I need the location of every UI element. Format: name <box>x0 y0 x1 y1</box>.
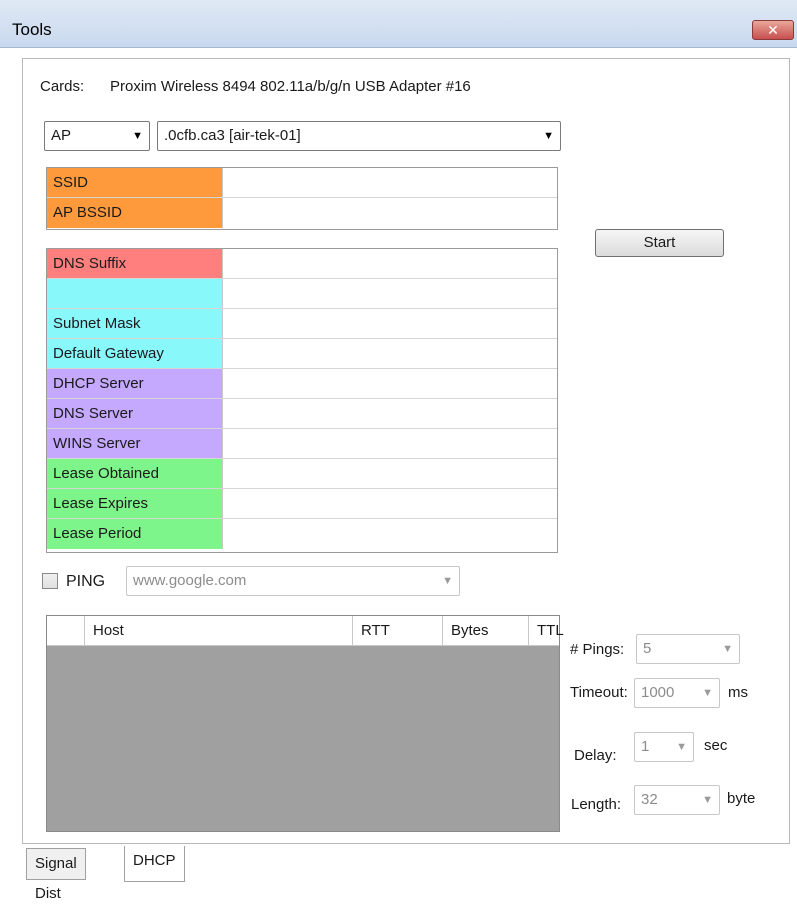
chevron-down-icon: ▼ <box>722 643 733 655</box>
title-bar: Tools ✕ <box>0 0 797 48</box>
grid-value <box>223 519 557 549</box>
grid-value <box>223 489 557 518</box>
cards-value: Proxim Wireless 8494 802.11a/b/g/n USB A… <box>110 78 471 95</box>
start-button[interactable]: Start <box>595 229 724 257</box>
ping-results-list[interactable]: Host RTT Bytes TTL <box>46 615 564 832</box>
pings-select[interactable]: 5 ▼ <box>636 634 740 664</box>
grid-label: AP BSSID <box>47 198 223 228</box>
length-value: 32 <box>641 791 658 808</box>
grid-value <box>223 429 557 458</box>
mode-select[interactable]: AP ▼ <box>44 121 150 151</box>
delay-unit: sec <box>704 737 728 754</box>
ping-results-header: Host RTT Bytes TTL <box>47 616 564 646</box>
mode-select-value: AP <box>51 127 72 144</box>
grid-value <box>223 339 557 368</box>
grid-label: Lease Period <box>47 519 223 549</box>
column-header-rtt[interactable]: RTT <box>353 616 443 646</box>
grid-label: Lease Expires <box>47 489 223 518</box>
grid-value <box>223 369 557 398</box>
grid-value <box>223 198 557 228</box>
chevron-down-icon: ▼ <box>442 575 453 587</box>
ping-checkbox[interactable] <box>42 573 58 589</box>
tab-dhcp[interactable]: DHCP <box>124 846 185 882</box>
pings-value: 5 <box>643 640 652 657</box>
grid-value <box>223 279 557 308</box>
cards-label: Cards: <box>40 78 85 95</box>
grid-label: SSID <box>47 168 223 197</box>
timeout-label: Timeout: <box>570 684 628 701</box>
pings-label: # Pings: <box>570 641 625 658</box>
grid-value <box>223 168 557 197</box>
timeout-unit: ms <box>728 684 748 701</box>
grid-value <box>223 399 557 428</box>
length-select[interactable]: 32 ▼ <box>634 785 720 815</box>
grid-label: Subnet Mask <box>47 309 223 338</box>
grid-label <box>47 279 223 308</box>
chevron-down-icon: ▼ <box>702 687 713 699</box>
grid-value <box>223 459 557 488</box>
timeout-value: 1000 <box>641 684 675 701</box>
grid-value <box>223 249 557 278</box>
delay-label: Delay: <box>574 747 617 764</box>
tab-signal-dist[interactable]: Signal Dist <box>26 848 86 902</box>
grid-label: Lease Obtained <box>47 459 223 488</box>
dhcp-info-grid: DNS Suffix Subnet Mask Default Gateway D… <box>46 248 558 553</box>
close-button[interactable]: ✕ <box>752 20 794 40</box>
timeout-select[interactable]: 1000 ▼ <box>634 678 720 708</box>
column-header-host[interactable]: Host <box>85 616 353 646</box>
grid-label: DNS Server <box>47 399 223 428</box>
delay-value: 1 <box>641 738 650 755</box>
column-header-bytes[interactable]: Bytes <box>443 616 529 646</box>
column-header-index[interactable] <box>47 616 85 646</box>
delay-select[interactable]: 1 ▼ <box>634 732 694 762</box>
grid-row-ap-bssid: AP BSSID <box>47 198 557 228</box>
close-icon: ✕ <box>767 22 779 38</box>
ping-host-value: www.google.com <box>133 572 247 589</box>
chevron-down-icon: ▼ <box>132 130 143 142</box>
ping-label: PING <box>66 573 106 590</box>
chevron-down-icon: ▼ <box>543 130 554 142</box>
grid-label: Default Gateway <box>47 339 223 368</box>
chevron-down-icon: ▼ <box>676 741 687 753</box>
window-title: Tools <box>12 20 52 39</box>
chevron-down-icon: ▼ <box>702 794 713 806</box>
ap-info-grid: SSID AP BSSID <box>46 167 558 230</box>
ap-select-value: .0cfb.ca3 [air-tek-01] <box>164 127 301 144</box>
length-unit: byte <box>727 790 756 807</box>
grid-row-ssid: SSID <box>47 168 557 198</box>
length-label: Length: <box>571 796 622 813</box>
grid-label: DNS Suffix <box>47 249 223 278</box>
ap-select[interactable]: .0cfb.ca3 [air-tek-01] ▼ <box>157 121 561 151</box>
ping-host-select[interactable]: www.google.com ▼ <box>126 566 460 596</box>
grid-label: DHCP Server <box>47 369 223 398</box>
grid-value <box>223 309 557 338</box>
grid-label: WINS Server <box>47 429 223 458</box>
